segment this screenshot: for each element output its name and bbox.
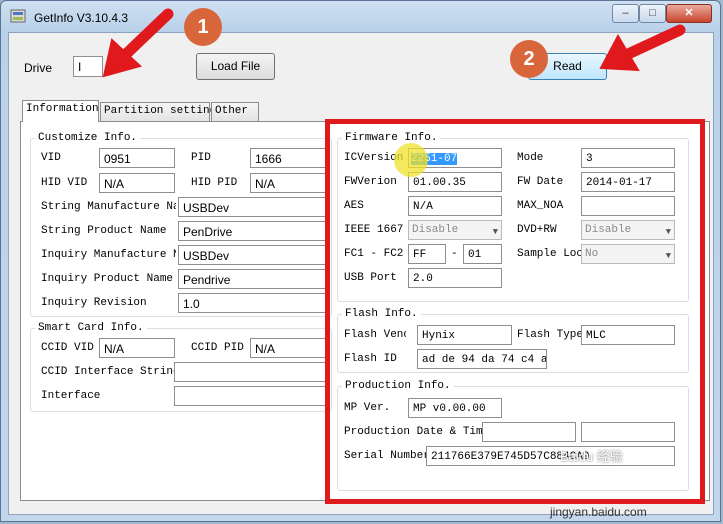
chevron-down-icon: ▼ bbox=[492, 227, 498, 237]
close-icon: ✕ bbox=[684, 7, 694, 19]
fwdate-label: FW Date bbox=[517, 176, 564, 188]
tab-information[interactable]: Information bbox=[22, 100, 99, 122]
serial-number-label: Serial Number bbox=[344, 450, 430, 462]
flash-id-input[interactable]: ad de 94 da 74 c4 ad bbox=[417, 349, 547, 369]
step-1-badge: 1 bbox=[184, 8, 222, 46]
maximize-button[interactable]: □ bbox=[639, 4, 666, 23]
mp-ver-label: MP Ver. bbox=[344, 402, 391, 414]
production-date-label: Production Date & Time bbox=[344, 426, 490, 438]
string-manufacture-input[interactable]: USBDev bbox=[178, 197, 326, 217]
flash-vendor-label: Flash Vend bbox=[344, 329, 406, 341]
ieee1667-select[interactable]: Disable ▼ bbox=[408, 220, 502, 240]
dvdrw-label: DVD+RW bbox=[517, 224, 557, 236]
inquiry-revision-input[interactable]: 1.0 bbox=[178, 293, 326, 313]
title-bar: GetInfo V3.10.4.3 – □ ✕ bbox=[0, 0, 723, 30]
inquiry-manufacture-input[interactable]: USBDev bbox=[178, 245, 326, 265]
fc1-input[interactable]: FF bbox=[408, 244, 446, 264]
maxnoa-label: MAX_NOA bbox=[517, 200, 564, 212]
chevron-down-icon: ▼ bbox=[665, 227, 671, 237]
inquiry-manufacture-label: Inquiry Manufacture Nam bbox=[41, 249, 176, 261]
ccid-interface-input[interactable] bbox=[174, 362, 326, 382]
sample-lock-select[interactable]: No ▼ bbox=[581, 244, 675, 264]
ieee1667-label: IEEE 1667 bbox=[344, 224, 404, 236]
fc-separator: - bbox=[451, 248, 458, 260]
aes-label: AES bbox=[344, 200, 364, 212]
fc-label: FC1 - FC2 bbox=[344, 248, 404, 260]
serial-number-input[interactable]: 211766E379E745D57C884CA9 bbox=[426, 446, 675, 466]
inquiry-revision-label: Inquiry Revision bbox=[41, 297, 147, 309]
interface-label: Interface bbox=[41, 390, 101, 402]
firmware-info-title: Firmware Info. bbox=[342, 132, 441, 144]
string-product-label: String Product Name bbox=[41, 225, 167, 237]
usb-port-label: USB Port bbox=[344, 272, 397, 284]
production-date-input[interactable] bbox=[482, 422, 576, 442]
flash-type-label: Flash Type bbox=[517, 329, 584, 341]
ccid-pid-input[interactable]: N/A bbox=[250, 338, 326, 358]
ccid-pid-label: CCID PID bbox=[191, 342, 244, 354]
ccid-vid-label: CCID VID bbox=[41, 342, 94, 354]
interface-input[interactable] bbox=[174, 386, 326, 406]
vid-label: VID bbox=[41, 152, 61, 164]
load-file-button[interactable]: Load File bbox=[196, 53, 275, 80]
window-title: GetInfo V3.10.4.3 bbox=[34, 11, 129, 25]
close-button[interactable]: ✕ bbox=[666, 4, 712, 23]
minimize-button[interactable]: – bbox=[612, 4, 639, 23]
mode-label: Mode bbox=[517, 152, 544, 164]
customize-info-title: Customize Info. bbox=[35, 132, 141, 144]
hid-vid-label: HID VID bbox=[41, 177, 88, 189]
mp-ver-input[interactable]: MP v0.00.00 bbox=[408, 398, 502, 418]
app-icon bbox=[10, 9, 26, 23]
sample-lock-label: Sample Lock bbox=[517, 248, 581, 260]
cursor-highlight bbox=[394, 143, 428, 177]
watermark-url: jingyan.baidu.com bbox=[550, 505, 647, 519]
minimize-icon: – bbox=[622, 7, 629, 19]
flash-type-input[interactable]: MLC bbox=[581, 325, 675, 345]
flash-info-title: Flash Info. bbox=[342, 308, 421, 320]
drive-input[interactable]: I bbox=[73, 56, 103, 77]
fwversion-label: FWVerion bbox=[344, 176, 397, 188]
usb-port-input[interactable]: 2.0 bbox=[408, 268, 502, 288]
production-info-title: Production Info. bbox=[342, 380, 454, 392]
vid-input[interactable]: 0951 bbox=[99, 148, 175, 168]
dvdrw-value: Disable bbox=[585, 224, 632, 236]
dvdrw-select[interactable]: Disable ▼ bbox=[581, 220, 675, 240]
aes-input[interactable]: N/A bbox=[408, 196, 502, 216]
ccid-interface-label: CCID Interface String bbox=[41, 366, 180, 378]
sample-lock-value: No bbox=[585, 248, 599, 260]
chevron-down-icon: ▼ bbox=[665, 251, 671, 261]
production-time-input[interactable] bbox=[581, 422, 675, 442]
inquiry-product-label: Inquiry Product Name bbox=[41, 273, 174, 285]
step-2-badge: 2 bbox=[510, 40, 548, 78]
flash-id-label: Flash ID bbox=[344, 353, 397, 365]
maxnoa-input[interactable] bbox=[581, 196, 675, 216]
pid-label: PID bbox=[191, 152, 211, 164]
fc2-input[interactable]: 01 bbox=[463, 244, 502, 264]
fwdate-input[interactable]: 2014-01-17 bbox=[581, 172, 675, 192]
watermark-brand: Baidu 经验 bbox=[560, 449, 623, 464]
hid-vid-input[interactable]: N/A bbox=[99, 173, 175, 193]
ccid-vid-input[interactable]: N/A bbox=[99, 338, 175, 358]
hid-pid-input[interactable]: N/A bbox=[250, 173, 326, 193]
mode-input[interactable]: 3 bbox=[581, 148, 675, 168]
tab-partition-setting[interactable]: Partition setting bbox=[100, 102, 216, 121]
maximize-icon: □ bbox=[649, 7, 656, 19]
hid-pid-label: HID PID bbox=[191, 177, 238, 189]
tab-other[interactable]: Other bbox=[211, 102, 259, 121]
string-manufacture-label: String Manufacture Nam bbox=[41, 201, 176, 213]
string-product-input[interactable]: PenDrive bbox=[178, 221, 326, 241]
inquiry-product-input[interactable]: Pendrive bbox=[178, 269, 326, 289]
drive-label: Drive bbox=[24, 61, 53, 75]
ieee1667-value: Disable bbox=[412, 224, 459, 236]
smart-card-title: Smart Card Info. bbox=[35, 322, 147, 334]
pid-input[interactable]: 1666 bbox=[250, 148, 326, 168]
fwversion-input[interactable]: 01.00.35 bbox=[408, 172, 502, 192]
flash-vendor-input[interactable]: Hynix bbox=[417, 325, 512, 345]
